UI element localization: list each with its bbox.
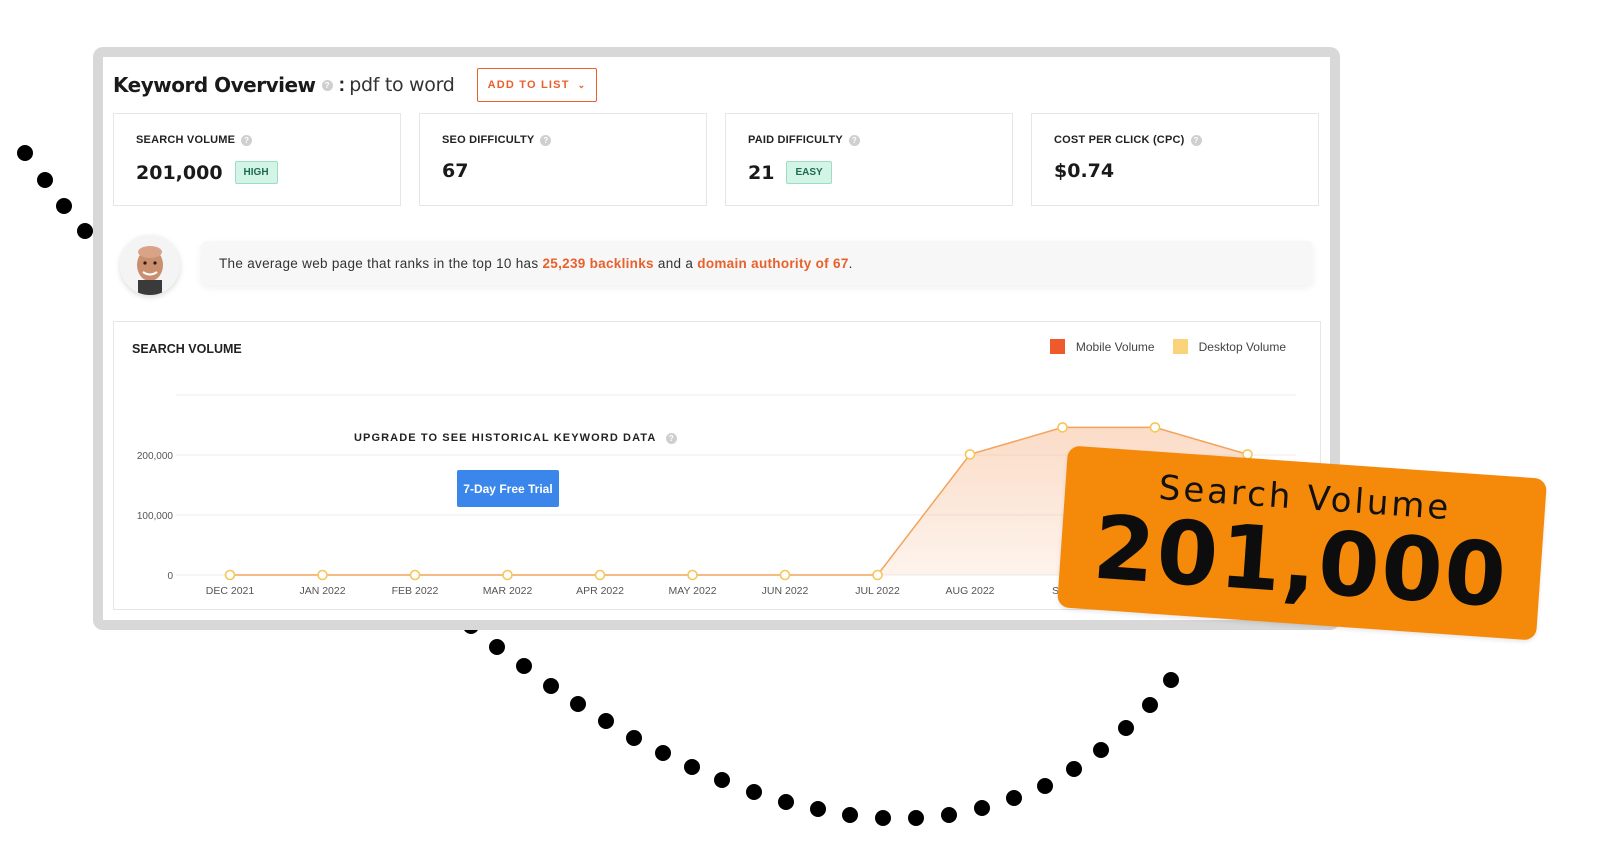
metric-label: SEARCH VOLUME ? [136,134,253,146]
metric-label: SEO DIFFICULTY ? [442,134,552,146]
x-tick-label: FEB 2022 [392,585,439,597]
domain-authority-highlight: domain authority of 67 [697,255,849,271]
metric-value: 67 [442,160,468,182]
x-tick-label: JUN 2022 [762,585,809,597]
data-point [409,569,421,581]
keyword-text: pdf to word [349,74,455,96]
data-point [1149,422,1161,433]
metric-label-text: SEARCH VOLUME [136,134,236,146]
insight-banner: The average web page that ranks in the t… [201,241,1313,285]
backlinks-highlight: 25,239 backlinks [542,255,654,271]
metric-label-text: SEO DIFFICULTY [442,134,535,146]
y-tick-label: 200,000 [137,451,174,462]
insight-prefix: The average web page that ranks in the t… [219,255,539,271]
upgrade-notice: UPGRADE TO SEE HISTORICAL KEYWORD DATA ? [354,432,678,444]
data-point [687,569,698,581]
free-trial-button[interactable]: 7-Day Free Trial [457,470,559,507]
data-point [964,449,976,460]
search-volume-sticker: Search Volume 201,000 [1056,445,1548,641]
metric-value-text: $0.74 [1054,160,1115,182]
page-header: Keyword Overview ? : pdf to word ADD TO … [113,65,598,105]
x-tick-label: MAY 2022 [668,585,716,597]
metric-value: 21 EASY [748,161,832,184]
metric-value-text: 201,000 [136,161,223,184]
metric-label: PAID DIFFICULTY ? [748,134,860,146]
metric-card-seo-difficulty: SEO DIFFICULTY ? 67 [419,113,707,206]
metric-value-text: 67 [442,160,469,182]
x-tick-label: MAR 2022 [483,585,533,597]
data-point [1057,422,1068,433]
data-point [594,569,606,581]
avatar [120,235,180,295]
chevron-down-icon: ⌄ [577,79,587,90]
help-icon[interactable]: ? [666,432,678,444]
help-icon[interactable]: ? [848,134,860,146]
insight-suffix: . [848,255,853,271]
data-point [872,569,883,581]
metric-value: 201,000 HIGH [136,161,278,184]
x-tick-label: DEC 2021 [206,585,255,597]
status-badge: EASY [786,161,832,184]
y-tick-label: 100,000 [137,511,174,522]
data-point [224,569,236,581]
upgrade-text: UPGRADE TO SEE HISTORICAL KEYWORD DATA [354,432,657,444]
data-point [317,569,328,581]
add-to-list-label: ADD TO LIST [487,79,570,91]
help-icon[interactable]: ? [321,79,333,91]
metric-label: COST PER CLICK (CPC) ? [1054,134,1202,146]
x-tick-label: AUG 2022 [945,585,994,597]
insight-middle: and a [657,255,694,271]
help-icon[interactable]: ? [1190,134,1202,146]
data-point [502,569,513,581]
page-title: Keyword Overview [113,73,316,97]
metric-value: $0.74 [1054,160,1114,182]
x-tick-label: JAN 2022 [299,585,345,597]
y-tick-label: 0 [167,571,173,582]
help-icon[interactable]: ? [241,134,253,146]
x-tick-label: JUL 2022 [855,585,900,597]
x-tick-label: APR 2022 [576,585,624,597]
metric-label-text: COST PER CLICK (CPC) [1054,134,1185,146]
metric-value-text: 21 [748,161,775,184]
metric-label-text: PAID DIFFICULTY [748,134,843,146]
add-to-list-button[interactable]: ADD TO LIST ⌄ [476,68,598,102]
metric-card-search-volume: SEARCH VOLUME ? 201,000 HIGH [113,113,401,206]
status-badge: HIGH [234,161,278,184]
title-separator: : [338,73,346,96]
metric-card-cpc: COST PER CLICK (CPC) ? $0.74 [1031,113,1319,206]
help-icon[interactable]: ? [540,134,552,146]
metric-card-paid-difficulty: PAID DIFFICULTY ? 21 EASY [725,113,1013,206]
data-point [779,569,791,581]
